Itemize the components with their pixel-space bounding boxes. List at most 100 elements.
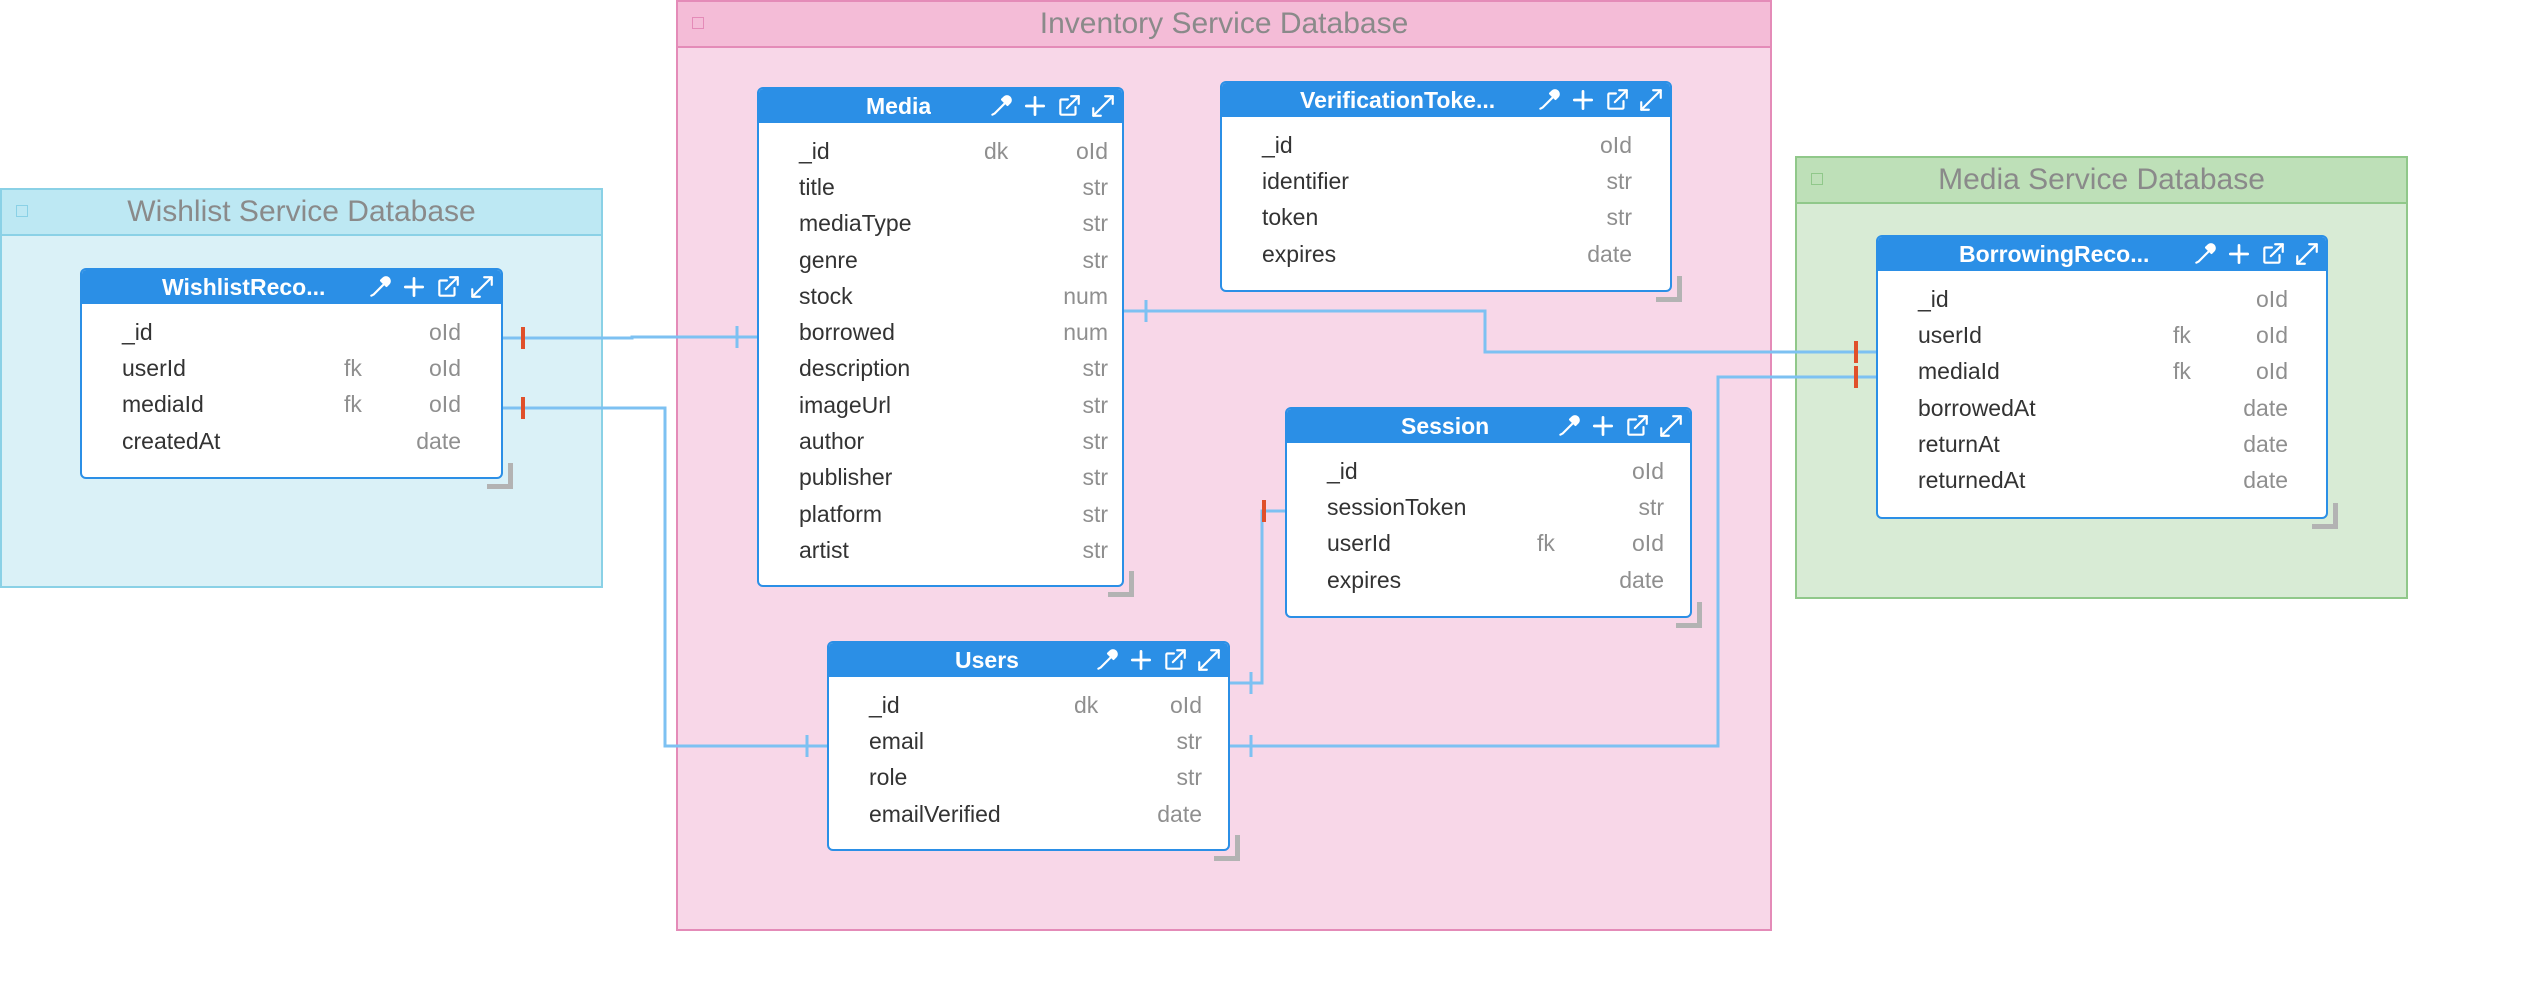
table-header[interactable]: VerificationToke... xyxy=(1222,83,1670,117)
table-row[interactable]: _id dk oId xyxy=(759,133,1122,169)
table-row[interactable]: sessionToken str xyxy=(1287,489,1690,525)
table-row[interactable]: stock num xyxy=(759,278,1122,314)
table-row[interactable]: publisher str xyxy=(759,460,1122,496)
table-row[interactable]: token str xyxy=(1222,200,1670,236)
column-type: str xyxy=(1606,204,1632,231)
open-external-icon[interactable] xyxy=(2258,239,2288,269)
column-type: num xyxy=(1063,282,1108,309)
column-name: expires xyxy=(1327,566,1402,593)
table-row[interactable]: description str xyxy=(759,351,1122,387)
table-borrowing-record[interactable]: BorrowingReco... _id oId userId fk oId mediaId… xyxy=(1876,235,2338,529)
table-row[interactable]: mediaType str xyxy=(759,206,1122,242)
column-type: date xyxy=(416,427,461,454)
column-name: userId xyxy=(1327,530,1391,557)
table-users[interactable]: Users _id dk oId email str role str emailVerifie… xyxy=(827,641,1240,861)
resize-handle[interactable] xyxy=(1656,276,1682,302)
table-row[interactable]: email str xyxy=(829,723,1228,759)
table-row[interactable]: returnedAt date xyxy=(1878,462,2326,498)
table-header[interactable]: Users xyxy=(829,643,1228,677)
table-wishlist-record[interactable]: WishlistReco... _id oId userId fk oId mediaId f… xyxy=(80,268,513,489)
table-row[interactable]: returnAt date xyxy=(1878,426,2326,462)
open-external-icon[interactable] xyxy=(1622,411,1652,441)
table-row[interactable]: mediaId fk oId xyxy=(1878,354,2326,390)
column-type: date xyxy=(2243,467,2288,494)
resize-handle[interactable] xyxy=(487,463,513,489)
column-name: author xyxy=(799,428,865,455)
column-type: oId xyxy=(2256,285,2288,312)
table-header[interactable]: Session xyxy=(1287,409,1690,443)
table-body: _id oId userId fk oId mediaId fk oId borrowedAt d… xyxy=(1878,271,2326,499)
table-header[interactable]: BorrowingReco... xyxy=(1878,237,2326,271)
column-name: mediaId xyxy=(122,391,204,418)
column-name: artist xyxy=(799,536,849,563)
open-external-icon[interactable] xyxy=(1160,645,1190,675)
plus-icon[interactable] xyxy=(1568,85,1598,115)
plus-icon[interactable] xyxy=(2224,239,2254,269)
expand-icon[interactable] xyxy=(1194,645,1224,675)
open-external-icon[interactable] xyxy=(1054,91,1084,121)
table-row[interactable]: author str xyxy=(759,423,1122,459)
table-session[interactable]: Session _id oId sessionToken str userId fk oId e… xyxy=(1285,407,1702,628)
expand-icon[interactable] xyxy=(1636,85,1666,115)
table-row[interactable]: platform str xyxy=(759,496,1122,532)
eyedropper-icon[interactable] xyxy=(365,272,395,302)
table-row[interactable]: userId fk oId xyxy=(1878,317,2326,353)
eyedropper-icon[interactable] xyxy=(2190,239,2220,269)
column-type: str xyxy=(1082,428,1108,455)
table-row[interactable]: expires date xyxy=(1222,236,1670,272)
table-row[interactable]: title str xyxy=(759,169,1122,205)
table-row[interactable]: userId fk oId xyxy=(1287,526,1690,562)
table-row[interactable]: _id dk oId xyxy=(829,687,1228,723)
plus-icon[interactable] xyxy=(399,272,429,302)
connector-wishlist-media xyxy=(503,335,757,340)
plus-icon[interactable] xyxy=(1588,411,1618,441)
table-row[interactable]: imageUrl str xyxy=(759,387,1122,423)
table-row[interactable]: _id oId xyxy=(1878,281,2326,317)
table-toolbar xyxy=(365,270,497,304)
table-row[interactable]: emailVerified date xyxy=(829,796,1228,832)
table-verification-token[interactable]: VerificationToke... _id oId identifier str to… xyxy=(1220,81,1682,302)
plus-icon[interactable] xyxy=(1020,91,1050,121)
resize-handle[interactable] xyxy=(1214,835,1240,861)
column-name: borrowed xyxy=(799,319,895,346)
eyedropper-icon[interactable] xyxy=(1534,85,1564,115)
table-row[interactable]: borrowed num xyxy=(759,314,1122,350)
column-name: role xyxy=(869,764,908,791)
plus-icon[interactable] xyxy=(1126,645,1156,675)
table-media[interactable]: Media _id dk oId title str mediaType str genre st… xyxy=(757,87,1134,597)
eyedropper-icon[interactable] xyxy=(1092,645,1122,675)
table-row[interactable]: expires date xyxy=(1287,562,1690,598)
table-row[interactable]: genre str xyxy=(759,242,1122,278)
table-header[interactable]: Media xyxy=(759,89,1122,123)
column-type: date xyxy=(1619,566,1664,593)
table-row[interactable]: createdAt date xyxy=(82,423,501,459)
column-type: date xyxy=(1157,800,1202,827)
column-name: _id xyxy=(122,318,153,345)
table-row[interactable]: userId fk oId xyxy=(82,350,501,386)
table-row[interactable]: artist str xyxy=(759,532,1122,568)
resize-handle[interactable] xyxy=(1676,602,1702,628)
column-name: publisher xyxy=(799,464,893,491)
table-toolbar xyxy=(1554,409,1686,443)
column-name: emailVerified xyxy=(869,800,1001,827)
open-external-icon[interactable] xyxy=(1602,85,1632,115)
table-row[interactable]: _id oId xyxy=(82,314,501,350)
table-row[interactable]: borrowedAt date xyxy=(1878,390,2326,426)
table-row[interactable]: _id oId xyxy=(1287,453,1690,489)
resize-handle[interactable] xyxy=(1108,571,1134,597)
expand-icon[interactable] xyxy=(1088,91,1118,121)
column-type: str xyxy=(1176,764,1202,791)
expand-icon[interactable] xyxy=(467,272,497,302)
table-row[interactable]: _id oId xyxy=(1222,127,1670,163)
eyedropper-icon[interactable] xyxy=(1554,411,1584,441)
expand-icon[interactable] xyxy=(2292,239,2322,269)
resize-handle[interactable] xyxy=(2312,503,2338,529)
table-row[interactable]: role str xyxy=(829,760,1228,796)
expand-icon[interactable] xyxy=(1656,411,1686,441)
table-row[interactable]: identifier str xyxy=(1222,163,1670,199)
table-row[interactable]: mediaId fk oId xyxy=(82,387,501,423)
column-name: identifier xyxy=(1262,167,1349,194)
open-external-icon[interactable] xyxy=(433,272,463,302)
eyedropper-icon[interactable] xyxy=(986,91,1016,121)
table-header[interactable]: WishlistReco... xyxy=(82,270,501,304)
